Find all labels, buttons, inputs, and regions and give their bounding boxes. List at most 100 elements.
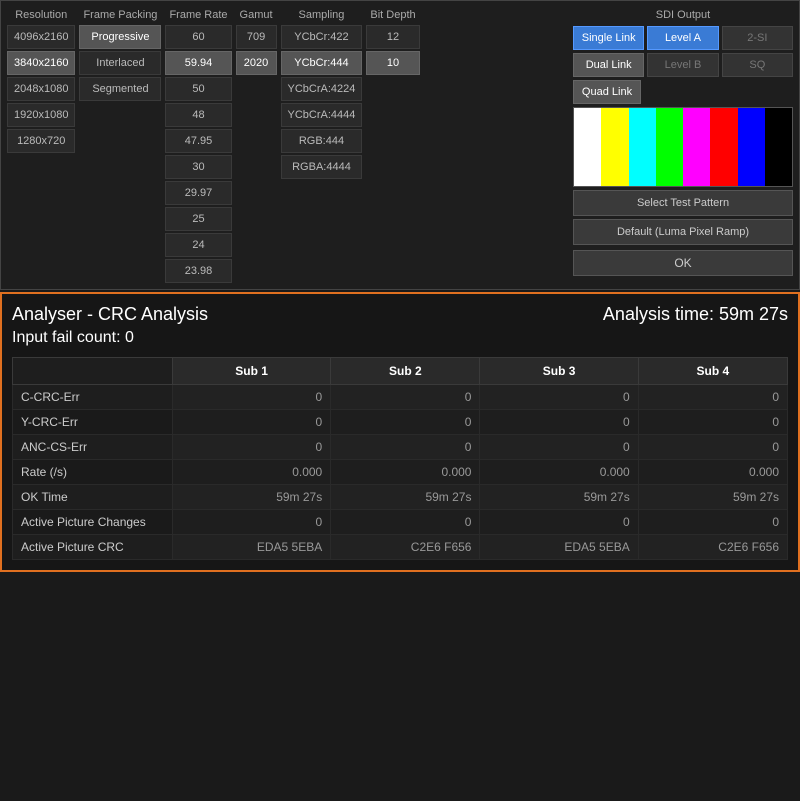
col-header-sub2: Sub 2 <box>331 358 480 385</box>
col-header-sub4: Sub 4 <box>638 358 787 385</box>
gamut-709[interactable]: 709 <box>236 25 277 49</box>
fp-segmented[interactable]: Segmented <box>79 77 161 101</box>
table-row: ANC-CS-Err0000 <box>13 435 788 460</box>
col-header-sub3: Sub 3 <box>480 358 638 385</box>
data-cell: C2E6 F656 <box>638 535 787 560</box>
table-row: OK Time59m 27s59m 27s59m 27s59m 27s <box>13 485 788 510</box>
data-cell: EDA5 5EBA <box>173 535 331 560</box>
ok-button[interactable]: OK <box>573 250 793 276</box>
data-cell: 0 <box>331 410 480 435</box>
res-2048[interactable]: 2048x1080 <box>7 77 75 101</box>
fr-48[interactable]: 48 <box>165 103 231 127</box>
gamut-2020[interactable]: 2020 <box>236 51 277 75</box>
row-label: ANC-CS-Err <box>13 435 173 460</box>
sdi-row3: Quad Link <box>573 80 793 104</box>
data-cell: 0 <box>173 385 331 410</box>
table-row: Active Picture Changes0000 <box>13 510 788 535</box>
fp-interlaced[interactable]: Interlaced <box>79 51 161 75</box>
bar-blue <box>738 108 765 186</box>
resolution-header: Resolution <box>7 7 75 23</box>
bd-12[interactable]: 12 <box>366 25 419 49</box>
gamut-header: Gamut <box>236 7 277 23</box>
single-link-btn[interactable]: Single Link <box>573 26 644 50</box>
fr-50[interactable]: 50 <box>165 77 231 101</box>
table-header-row: Sub 1 Sub 2 Sub 3 Sub 4 <box>13 358 788 385</box>
row-label: Rate (/s) <box>13 460 173 485</box>
data-cell: 0 <box>173 510 331 535</box>
select-test-pattern-btn[interactable]: Select Test Pattern <box>573 190 793 216</box>
top-panel: Resolution 4096x2160 3840x2160 2048x1080… <box>0 0 800 290</box>
col-header-sub1: Sub 1 <box>173 358 331 385</box>
table-row: C-CRC-Err0000 <box>13 385 788 410</box>
level-a-btn[interactable]: Level A <box>647 26 718 50</box>
row-label: Y-CRC-Err <box>13 410 173 435</box>
data-cell: 59m 27s <box>480 485 638 510</box>
fr-25[interactable]: 25 <box>165 207 231 231</box>
fr-2398[interactable]: 23.98 <box>165 259 231 283</box>
data-cell: 0 <box>173 435 331 460</box>
analyser-time: Analysis time: 59m 27s <box>603 304 788 325</box>
frame-rate-header: Frame Rate <box>165 7 231 23</box>
row-label: Active Picture Changes <box>13 510 173 535</box>
bar-white <box>574 108 601 186</box>
2si-btn[interactable]: 2-SI <box>722 26 793 50</box>
fp-progressive[interactable]: Progressive <box>79 25 161 49</box>
crc-table: Sub 1 Sub 2 Sub 3 Sub 4 C-CRC-Err0000Y-C… <box>12 357 788 560</box>
fr-4795[interactable]: 47.95 <box>165 129 231 153</box>
bar-magenta <box>683 108 710 186</box>
default-pattern-btn[interactable]: Default (Luma Pixel Ramp) <box>573 219 793 245</box>
bar-red <box>710 108 737 186</box>
fr-2997[interactable]: 29.97 <box>165 181 231 205</box>
fr-30[interactable]: 30 <box>165 155 231 179</box>
row-label: Active Picture CRC <box>13 535 173 560</box>
sampling-column: Sampling YCbCr:422 YCbCr:444 YCbCrA:4224… <box>281 7 363 283</box>
res-3840[interactable]: 3840x2160 <box>7 51 75 75</box>
samp-444[interactable]: YCbCr:444 <box>281 51 363 75</box>
sq-btn[interactable]: SQ <box>722 53 793 77</box>
data-cell: 0 <box>480 385 638 410</box>
frame-rate-column: Frame Rate 60 59.94 50 48 47.95 30 29.97… <box>165 7 231 283</box>
table-row: Y-CRC-Err0000 <box>13 410 788 435</box>
samp-4444[interactable]: YCbCrA:4444 <box>281 103 363 127</box>
gamut-column: Gamut 709 2020 <box>236 7 277 283</box>
col-header-label <box>13 358 173 385</box>
fr-60[interactable]: 60 <box>165 25 231 49</box>
sdi-output-header: SDI Output <box>573 7 793 23</box>
data-cell: 0 <box>638 385 787 410</box>
fr-24[interactable]: 24 <box>165 233 231 257</box>
data-cell: 0 <box>480 435 638 460</box>
data-cell: 59m 27s <box>173 485 331 510</box>
analyser-header: Analyser - CRC Analysis Analysis time: 5… <box>12 304 788 325</box>
data-cell: 0.000 <box>331 460 480 485</box>
sdi-output-section: SDI Output Single Link Level A 2-SI Dual… <box>573 7 793 283</box>
analyser-title: Analyser - CRC Analysis <box>12 304 208 325</box>
data-cell: 0.000 <box>480 460 638 485</box>
data-cell: EDA5 5EBA <box>480 535 638 560</box>
data-cell: 0.000 <box>173 460 331 485</box>
level-b-btn[interactable]: Level B <box>647 53 718 77</box>
quad-link-btn[interactable]: Quad Link <box>573 80 641 104</box>
fr-5994[interactable]: 59.94 <box>165 51 231 75</box>
data-cell: 0 <box>331 385 480 410</box>
res-4096[interactable]: 4096x2160 <box>7 25 75 49</box>
table-row: Active Picture CRCEDA5 5EBAC2E6 F656EDA5… <box>13 535 788 560</box>
left-section: Resolution 4096x2160 3840x2160 2048x1080… <box>7 7 569 283</box>
res-1280[interactable]: 1280x720 <box>7 129 75 153</box>
samp-rgb444[interactable]: RGB:444 <box>281 129 363 153</box>
bd-10[interactable]: 10 <box>366 51 419 75</box>
res-1920[interactable]: 1920x1080 <box>7 103 75 127</box>
dual-link-btn[interactable]: Dual Link <box>573 53 644 77</box>
samp-rgba4444[interactable]: RGBA:4444 <box>281 155 363 179</box>
row-label: C-CRC-Err <box>13 385 173 410</box>
row-label: OK Time <box>13 485 173 510</box>
bar-yellow <box>601 108 628 186</box>
data-cell: 0 <box>480 510 638 535</box>
samp-422[interactable]: YCbCr:422 <box>281 25 363 49</box>
data-cell: 0 <box>638 510 787 535</box>
data-cell: 0 <box>331 510 480 535</box>
resolution-column: Resolution 4096x2160 3840x2160 2048x1080… <box>7 7 75 283</box>
samp-4224[interactable]: YCbCrA:4224 <box>281 77 363 101</box>
data-cell: C2E6 F656 <box>331 535 480 560</box>
data-cell: 0 <box>331 435 480 460</box>
bit-depth-header: Bit Depth <box>366 7 419 23</box>
